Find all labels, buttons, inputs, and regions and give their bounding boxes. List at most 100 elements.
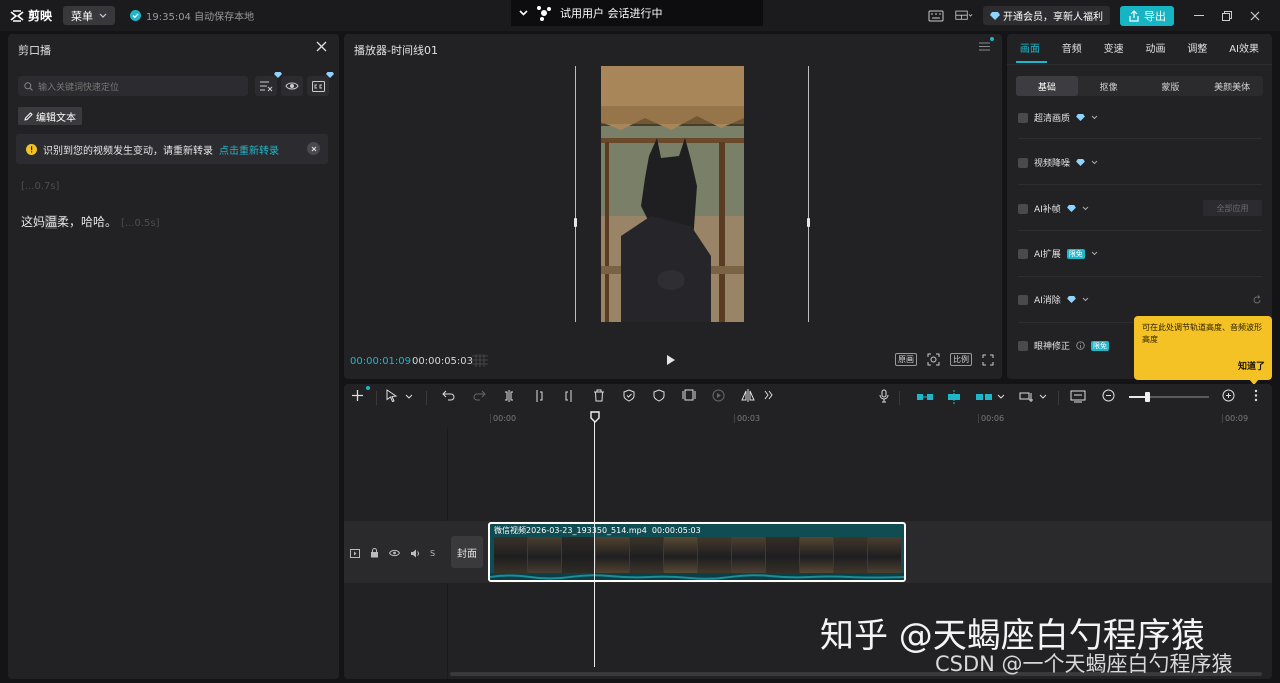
tab-adjust[interactable]: 调整 <box>1187 40 1207 55</box>
chevron-down-icon[interactable] <box>1039 394 1047 400</box>
subtab-cutout[interactable]: 抠像 <box>1078 76 1140 96</box>
chevron-down-icon[interactable] <box>519 10 528 16</box>
more-options-icon[interactable] <box>1254 389 1258 402</box>
chevron-down-icon[interactable] <box>405 394 413 400</box>
pause-marker[interactable]: [...0.5s] <box>121 218 159 229</box>
crop-handle[interactable] <box>574 218 577 227</box>
tooltip-ok-button[interactable]: 知道了 <box>1238 359 1265 372</box>
player-panel: 播放器-时间线01 00:00:01:09 00:00:05:03 原画 比例 <box>344 34 1002 379</box>
linkage-icon[interactable] <box>975 391 993 403</box>
option-row[interactable]: 视频降噪 <box>1018 156 1262 169</box>
diamond-icon <box>1076 159 1085 166</box>
tab-animation[interactable]: 动画 <box>1146 40 1166 55</box>
zoom-out-icon[interactable] <box>1102 389 1115 402</box>
minimize-icon[interactable] <box>1190 7 1208 25</box>
trim-right-icon[interactable] <box>563 389 575 403</box>
play-icon[interactable] <box>666 354 676 366</box>
checkbox[interactable] <box>1018 294 1028 305</box>
video-clip[interactable]: 微信视频2026-03-23_193350_514.mp4 00:00:05:0… <box>488 522 906 582</box>
speaker-icon[interactable] <box>410 549 420 558</box>
subtab-mask[interactable]: 蒙版 <box>1140 76 1202 96</box>
checkbox[interactable] <box>1018 203 1028 214</box>
chevron-down-icon[interactable] <box>1082 206 1089 211</box>
undo-icon[interactable] <box>442 389 455 401</box>
edit-text-button[interactable]: 编辑文本 <box>18 107 82 125</box>
export-button[interactable]: 导出 <box>1120 5 1174 26</box>
chevron-down-icon[interactable] <box>1082 297 1089 302</box>
tab-picture[interactable]: 画面 <box>1020 40 1040 55</box>
reset-icon[interactable] <box>1252 294 1262 305</box>
tab-audio[interactable]: 音频 <box>1062 40 1082 55</box>
split-icon[interactable] <box>503 389 515 403</box>
mirror-icon[interactable] <box>741 389 755 402</box>
lock-icon[interactable] <box>370 548 379 558</box>
chevron-down-icon[interactable] <box>1091 160 1098 165</box>
shield-check-icon[interactable] <box>623 389 635 402</box>
checkbox[interactable] <box>1018 340 1028 351</box>
focus-icon[interactable] <box>927 353 940 366</box>
close-window-icon[interactable] <box>1246 7 1264 25</box>
ratio-button[interactable]: 比例 <box>950 353 972 366</box>
marker-icon[interactable] <box>653 389 665 402</box>
clip-thumbnail <box>630 537 664 573</box>
redo-icon[interactable] <box>473 389 486 401</box>
apply-all-button[interactable]: 全部应用 <box>1203 200 1262 216</box>
more-tools-icon[interactable] <box>764 390 773 400</box>
original-quality-button[interactable]: 原画 <box>895 353 917 366</box>
preview-axis-icon[interactable] <box>1019 391 1035 403</box>
subtab-basic[interactable]: 基础 <box>1016 76 1078 96</box>
track-visibility-icon[interactable] <box>350 548 360 558</box>
retranscribe-link[interactable]: 点击重新转录 <box>219 142 279 157</box>
menu-button[interactable]: 菜单 <box>63 6 115 25</box>
keyboard-icon[interactable] <box>927 7 945 25</box>
microphone-icon[interactable] <box>879 389 889 403</box>
select-icon[interactable] <box>386 389 398 402</box>
play-circle-icon[interactable] <box>712 389 725 402</box>
solo-icon[interactable]: S <box>430 549 435 558</box>
fullscreen-icon[interactable] <box>982 354 994 366</box>
track-height-icon[interactable] <box>1070 390 1086 403</box>
tab-ai-effects[interactable]: AI效果 <box>1229 40 1259 55</box>
eye-icon[interactable] <box>281 76 303 96</box>
close-icon[interactable] <box>316 41 327 52</box>
delete-icon[interactable] <box>593 389 605 402</box>
caption-icon[interactable] <box>307 72 334 96</box>
tab-speed[interactable]: 变速 <box>1104 40 1124 55</box>
chevron-down-icon[interactable] <box>997 394 1005 400</box>
info-icon[interactable] <box>1076 341 1085 350</box>
vip-button[interactable]: 开通会员，享新人福利 <box>983 6 1110 25</box>
freeze-frame-icon[interactable] <box>682 389 696 401</box>
option-row[interactable]: 超清画质 <box>1018 111 1262 124</box>
checkbox[interactable] <box>1018 112 1028 123</box>
grid-icon[interactable] <box>472 354 488 367</box>
chevron-down-icon[interactable] <box>1091 251 1098 256</box>
crop-handle[interactable] <box>807 218 810 227</box>
chevron-down-icon[interactable] <box>1091 115 1098 120</box>
zoom-slider-handle[interactable] <box>1145 392 1150 402</box>
transcript-line[interactable]: 这妈温柔，哈哈。 [...0.5s] <box>21 213 160 230</box>
filter-icon[interactable] <box>255 72 282 96</box>
restore-icon[interactable] <box>1218 7 1236 25</box>
option-row[interactable]: AI消除 <box>1018 293 1262 306</box>
option-label: 眼神修正 <box>1034 342 1071 352</box>
add-icon[interactable] <box>351 389 364 402</box>
subtab-beauty[interactable]: 美颜美体 <box>1201 76 1263 96</box>
layout-icon[interactable] <box>955 7 973 25</box>
video-preview[interactable] <box>574 66 810 322</box>
cover-button[interactable]: 封面 <box>451 536 483 568</box>
checkbox[interactable] <box>1018 248 1028 259</box>
option-row[interactable]: AI扩展 限免 <box>1018 247 1262 260</box>
search-input[interactable]: 输入关键词快速定位 <box>18 76 248 96</box>
auto-snap-icon[interactable] <box>945 390 963 404</box>
menu-icon[interactable] <box>979 42 990 51</box>
main-track-magnet-icon[interactable] <box>916 391 934 403</box>
zoom-in-icon[interactable] <box>1222 389 1235 402</box>
time-ruler[interactable]: 00:00 00:03 00:06 00:09 <box>448 410 1272 428</box>
pause-marker[interactable]: [...0.7s] <box>21 181 59 192</box>
option-label: AI补帧 <box>1034 205 1061 215</box>
eye-icon[interactable] <box>389 549 400 557</box>
playhead-handle[interactable] <box>590 411 600 423</box>
trim-left-icon[interactable] <box>533 389 545 403</box>
checkbox[interactable] <box>1018 157 1028 168</box>
close-icon[interactable] <box>307 142 320 155</box>
